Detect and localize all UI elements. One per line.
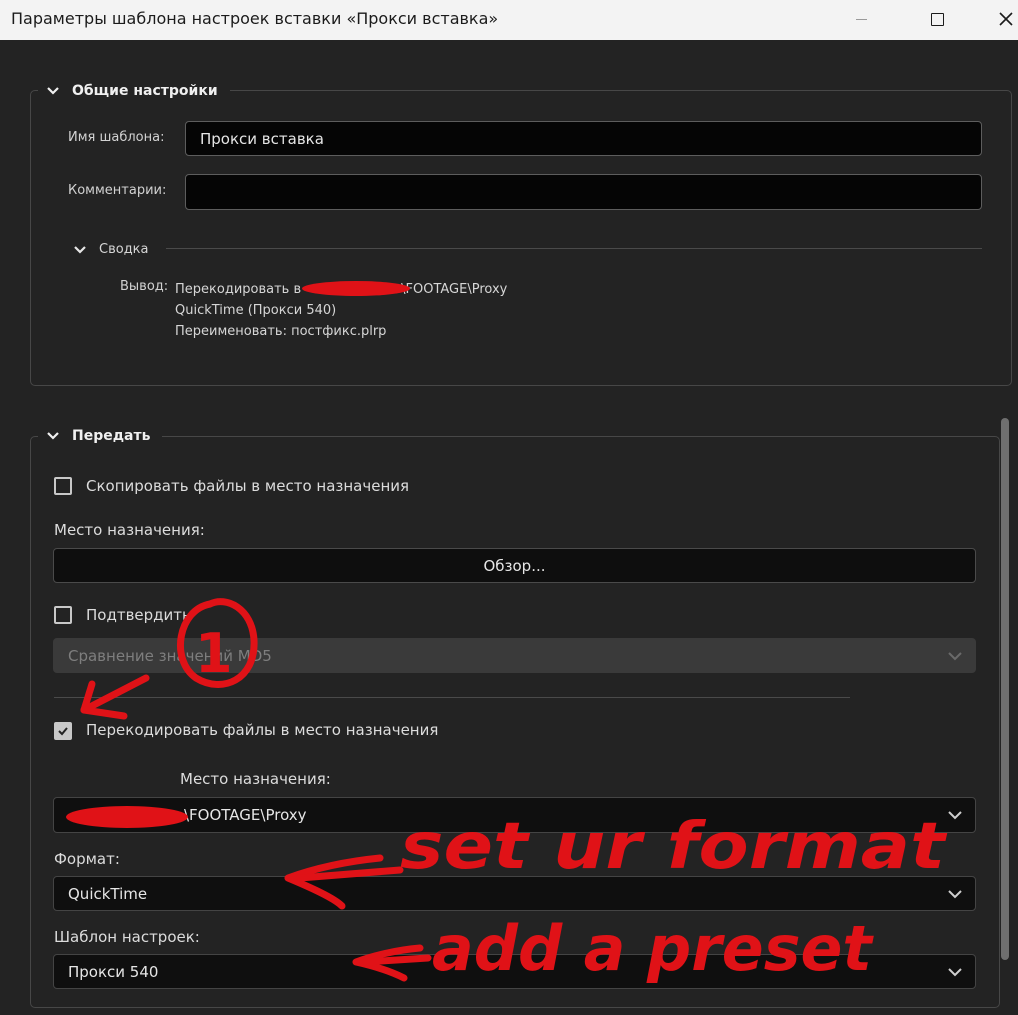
comments-input[interactable] bbox=[185, 174, 982, 210]
summary-title: Сводка bbox=[99, 242, 149, 257]
verify-checkbox[interactable] bbox=[54, 606, 72, 624]
format-value: QuickTime bbox=[68, 884, 148, 903]
scrollbar-thumb[interactable] bbox=[1001, 418, 1009, 960]
template-name-label: Имя шаблона: bbox=[68, 130, 165, 145]
transfer-title: Передать bbox=[72, 428, 151, 444]
transcode-destination-select[interactable]: \FOOTAGE\Proxy bbox=[53, 797, 976, 833]
summary-line-transcode: Перекодировать в \FOOTAGE\Proxy bbox=[175, 282, 508, 297]
transfer-header[interactable]: Передать bbox=[38, 425, 163, 447]
format-select[interactable]: QuickTime bbox=[53, 876, 976, 911]
chevron-down-icon bbox=[948, 811, 962, 820]
summary-line-format: QuickTime (Прокси 540) bbox=[175, 303, 337, 318]
title-bar: Параметры шаблона настроек вставки «Прок… bbox=[0, 0, 1018, 40]
summary-output: Перекодировать в \FOOTAGE\Proxy QuickTime… bbox=[175, 279, 507, 342]
transcode-destination-label: Место назначения: bbox=[180, 770, 331, 788]
preset-select[interactable]: Прокси 540 bbox=[53, 954, 976, 989]
chevron-down-icon bbox=[47, 432, 59, 440]
template-name-input[interactable] bbox=[185, 121, 982, 156]
chevron-down-icon bbox=[948, 967, 962, 976]
transcode-label: Перекодировать файлы в место назначения bbox=[86, 721, 439, 739]
section-divider bbox=[54, 697, 850, 698]
verify-method-select: Сравнение значений MD5 bbox=[53, 638, 976, 673]
minimize-button[interactable] bbox=[838, 0, 884, 40]
output-label: Вывод: bbox=[120, 279, 169, 294]
chevron-down-icon bbox=[948, 889, 962, 898]
close-icon bbox=[999, 12, 1013, 26]
transcode-checkbox[interactable] bbox=[54, 722, 72, 740]
verify-method-value: Сравнение значений MD5 bbox=[68, 646, 272, 665]
summary-toggle[interactable]: Сводка bbox=[73, 242, 149, 257]
comments-label: Комментарии: bbox=[68, 183, 167, 198]
general-settings-title: Общие настройки bbox=[72, 83, 218, 99]
preset-label: Шаблон настроек: bbox=[54, 928, 200, 946]
transcode-destination-value: \FOOTAGE\Proxy bbox=[184, 806, 307, 824]
close-button[interactable] bbox=[982, 0, 1018, 40]
copy-files-checkbox[interactable] bbox=[54, 477, 72, 495]
summary-line-rename: Переименовать: постфикс.plrp bbox=[175, 324, 387, 339]
chevron-down-icon bbox=[74, 245, 86, 254]
dialog-content: Общие настройки Имя шаблона: Комментарии… bbox=[0, 40, 1018, 1015]
copy-files-label: Скопировать файлы в место назначения bbox=[86, 477, 410, 495]
preset-value: Прокси 540 bbox=[68, 962, 159, 981]
browse-button[interactable]: Обзор... bbox=[53, 548, 976, 583]
window-title: Параметры шаблона настроек вставки «Прок… bbox=[11, 9, 499, 28]
general-settings-header[interactable]: Общие настройки bbox=[38, 80, 230, 102]
verify-label: Подтвердить bbox=[86, 606, 191, 624]
format-label: Формат: bbox=[54, 850, 120, 868]
maximize-button[interactable] bbox=[914, 0, 960, 40]
summary-divider bbox=[166, 248, 982, 249]
chevron-down-icon bbox=[948, 651, 962, 660]
chevron-down-icon bbox=[47, 87, 59, 95]
checkmark-icon bbox=[58, 727, 68, 736]
destination-label: Место назначения: bbox=[54, 521, 205, 539]
